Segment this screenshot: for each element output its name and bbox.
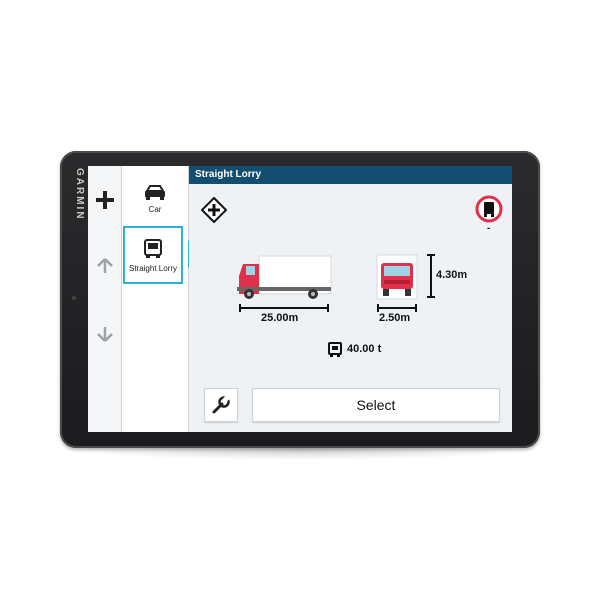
length-value: 25.00m [261, 312, 299, 324]
wrench-icon [212, 395, 231, 414]
arrow-down-icon [96, 327, 113, 342]
vehicle-profile-panel: Straight Lorry - 25.00m 2.50m 4.30m 40.0… [189, 166, 512, 432]
profile-list: Car Straight Lorry [122, 166, 189, 432]
add-profile-button[interactable] [88, 180, 121, 220]
settings-button[interactable] [204, 388, 238, 422]
length-dimension-line [239, 304, 329, 312]
camera-dot [72, 296, 76, 300]
width-dimension-line [377, 304, 417, 312]
width-value: 2.50m [379, 312, 411, 324]
left-toolbar [88, 166, 122, 432]
scroll-down-button[interactable] [88, 314, 121, 354]
no-lorry-sign-icon[interactable] [475, 195, 503, 223]
profile-label: Straight Lorry [128, 263, 178, 273]
lorry-icon [144, 238, 162, 258]
device-screen: Car Straight Lorry Straight Lorry - 25.0… [88, 166, 512, 432]
page-title: Straight Lorry [189, 166, 512, 184]
profile-label: Car [148, 204, 162, 214]
lorry-side-icon [237, 255, 332, 299]
weight-value: 40.00 t [347, 343, 382, 355]
car-icon [145, 184, 165, 200]
restriction-value: - [487, 223, 491, 234]
height-value: 4.30m [436, 269, 468, 281]
select-button[interactable]: Select [252, 388, 500, 422]
height-dimension-line [427, 254, 435, 298]
profile-item-straight-lorry[interactable]: Straight Lorry [123, 226, 183, 284]
profile-item-car[interactable]: Car [122, 170, 188, 226]
lorry-front-icon [376, 254, 418, 300]
scroll-up-button[interactable] [88, 246, 121, 286]
weight-icon [328, 342, 342, 357]
plus-icon [95, 191, 114, 209]
arrow-up-icon [96, 258, 113, 273]
brand-logo: GARMIN [74, 168, 85, 221]
hazmat-icon[interactable] [201, 197, 227, 223]
